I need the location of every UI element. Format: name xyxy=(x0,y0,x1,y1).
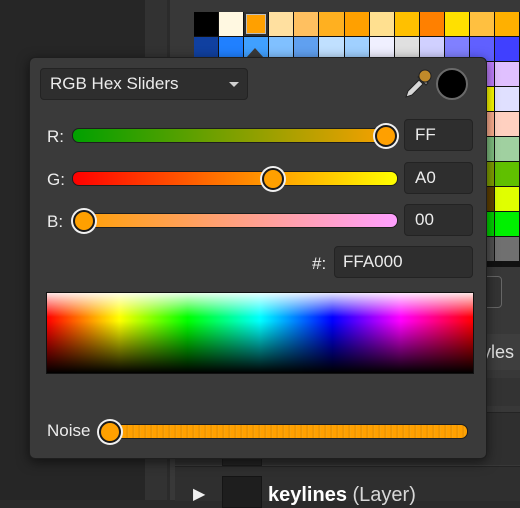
eyedropper-icon[interactable] xyxy=(402,66,432,100)
red-slider-handle[interactable] xyxy=(375,124,397,147)
blue-slider-handle[interactable] xyxy=(73,209,95,232)
color-swatch[interactable] xyxy=(495,37,520,61)
hex-label: #: xyxy=(312,254,327,273)
color-swatch[interactable] xyxy=(495,212,520,236)
color-swatch[interactable] xyxy=(444,12,470,36)
color-swatch[interactable] xyxy=(219,12,244,36)
picker-mode-label: RGB Hex Sliders xyxy=(50,74,179,93)
picker-mode-dropdown[interactable]: RGB Hex Sliders xyxy=(40,68,248,100)
color-swatch[interactable] xyxy=(495,12,520,36)
color-spectrum[interactable] xyxy=(46,292,474,374)
green-value-field[interactable]: A0 xyxy=(404,162,473,194)
expand-arrow-icon[interactable]: ▶ xyxy=(193,484,205,504)
noise-slider-handle[interactable] xyxy=(99,420,121,443)
current-color-swatch[interactable] xyxy=(436,68,468,100)
color-swatch[interactable] xyxy=(495,162,520,186)
chevron-down-icon xyxy=(229,82,239,87)
green-slider[interactable] xyxy=(72,167,398,190)
layer-thumbnail xyxy=(222,476,262,508)
color-swatch[interactable] xyxy=(269,12,294,36)
color-swatch[interactable] xyxy=(244,12,269,36)
layer-name: keylines (Layer) xyxy=(268,484,416,507)
red-label: R: xyxy=(47,127,64,146)
blue-label: B: xyxy=(47,212,64,231)
layer-type-text: (Layer) xyxy=(352,484,416,506)
color-swatch[interactable] xyxy=(495,187,520,211)
color-swatch[interactable] xyxy=(394,12,419,36)
hex-value-field[interactable]: FFA000 xyxy=(334,246,473,278)
color-swatch[interactable] xyxy=(194,12,219,36)
red-slider[interactable] xyxy=(72,124,398,147)
noise-slider[interactable] xyxy=(98,420,468,443)
color-swatch[interactable] xyxy=(470,12,495,36)
color-swatch[interactable] xyxy=(344,12,369,36)
color-swatch[interactable] xyxy=(319,12,344,36)
blue-value-field[interactable]: 00 xyxy=(404,204,473,236)
color-swatch[interactable] xyxy=(419,12,444,36)
red-value-field[interactable]: FF xyxy=(404,119,473,151)
color-swatch[interactable] xyxy=(294,12,319,36)
green-label: G: xyxy=(47,170,65,189)
color-swatch[interactable] xyxy=(369,12,394,36)
color-swatch[interactable] xyxy=(495,62,520,86)
blue-slider[interactable] xyxy=(72,209,398,232)
color-swatch[interactable] xyxy=(495,137,520,161)
color-swatch[interactable] xyxy=(495,87,520,111)
green-slider-handle[interactable] xyxy=(262,167,285,190)
layer-name-text: keylines xyxy=(268,484,347,506)
noise-label: Noise xyxy=(47,421,91,440)
color-swatch[interactable] xyxy=(495,112,520,136)
color-swatch[interactable] xyxy=(495,237,520,261)
